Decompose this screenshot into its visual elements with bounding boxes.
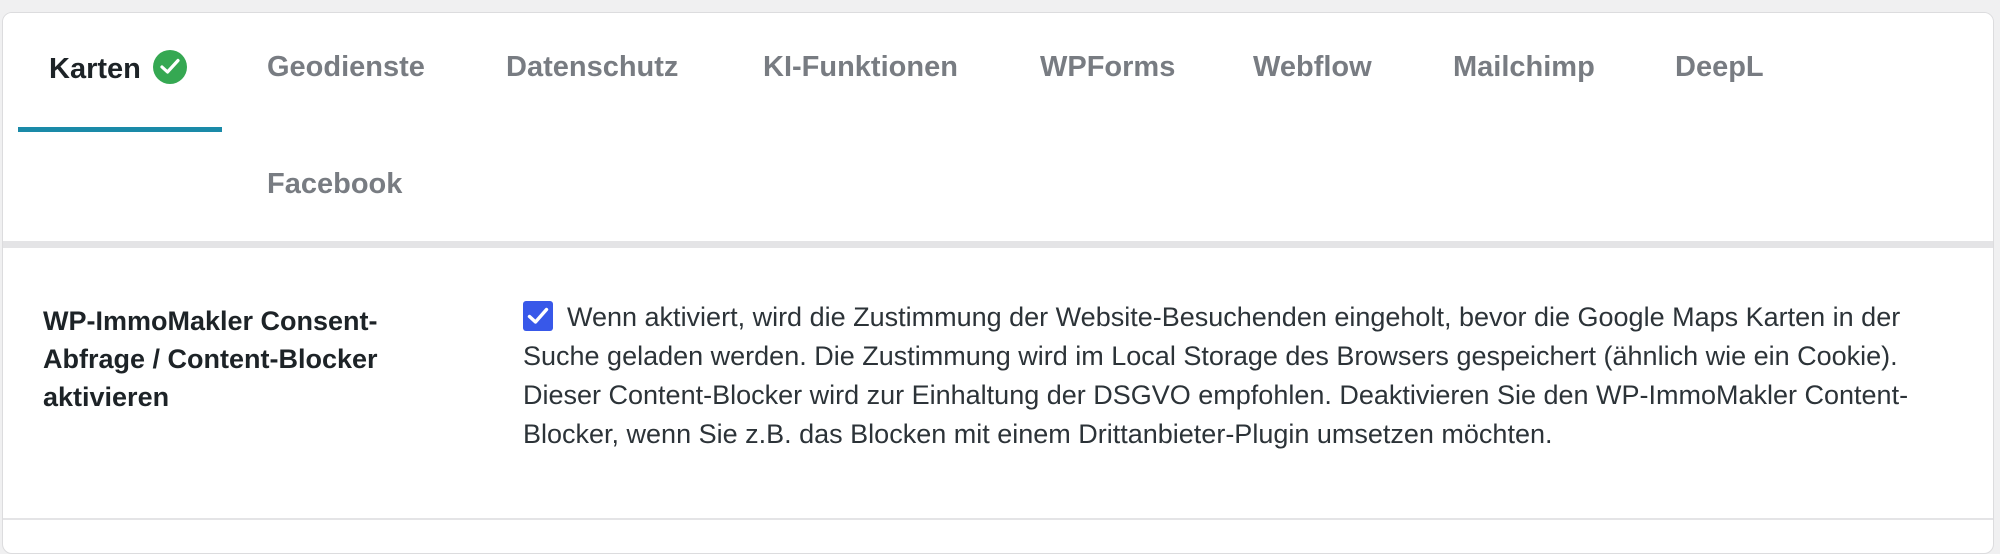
tab-karten[interactable]: Karten	[49, 50, 187, 86]
setting-description: Wenn aktiviert, wird die Zustimmung der …	[523, 302, 1901, 371]
check-icon	[152, 50, 187, 84]
tab-facebook[interactable]: Facebook	[267, 167, 402, 201]
setting-label: WP-ImmoMakler Consent-Abfrage / Content-…	[43, 306, 378, 412]
setting-row-consent-blocker: WP-ImmoMakler Consent-Abfrage / Content-…	[3, 248, 1993, 518]
tab-wpforms[interactable]: WPForms	[1040, 50, 1175, 84]
divider	[3, 241, 1993, 248]
tab-ki-funktionen[interactable]: KI-Funktionen	[763, 50, 958, 84]
setting-content: Wenn aktiviert, wird die Zustimmung der …	[523, 298, 1943, 454]
setting-description-2: Dieser Content-Blocker wird zur Einhaltu…	[523, 380, 1909, 449]
tab-bar: Karten Geodienste Datenschutz KI-Funktio…	[3, 13, 1993, 241]
settings-panel: Karten Geodienste Datenschutz KI-Funktio…	[2, 12, 1994, 554]
tab-deepl[interactable]: DeepL	[1675, 50, 1764, 84]
tab-mailchimp[interactable]: Mailchimp	[1453, 50, 1595, 84]
tab-webflow[interactable]: Webflow	[1253, 50, 1372, 84]
row-separator	[3, 518, 1993, 520]
tab-geodienste[interactable]: Geodienste	[267, 50, 425, 84]
active-tab-indicator	[18, 127, 222, 132]
consent-blocker-checkbox[interactable]	[523, 301, 553, 331]
tab-datenschutz[interactable]: Datenschutz	[506, 50, 678, 84]
tab-label: Karten	[49, 53, 141, 85]
